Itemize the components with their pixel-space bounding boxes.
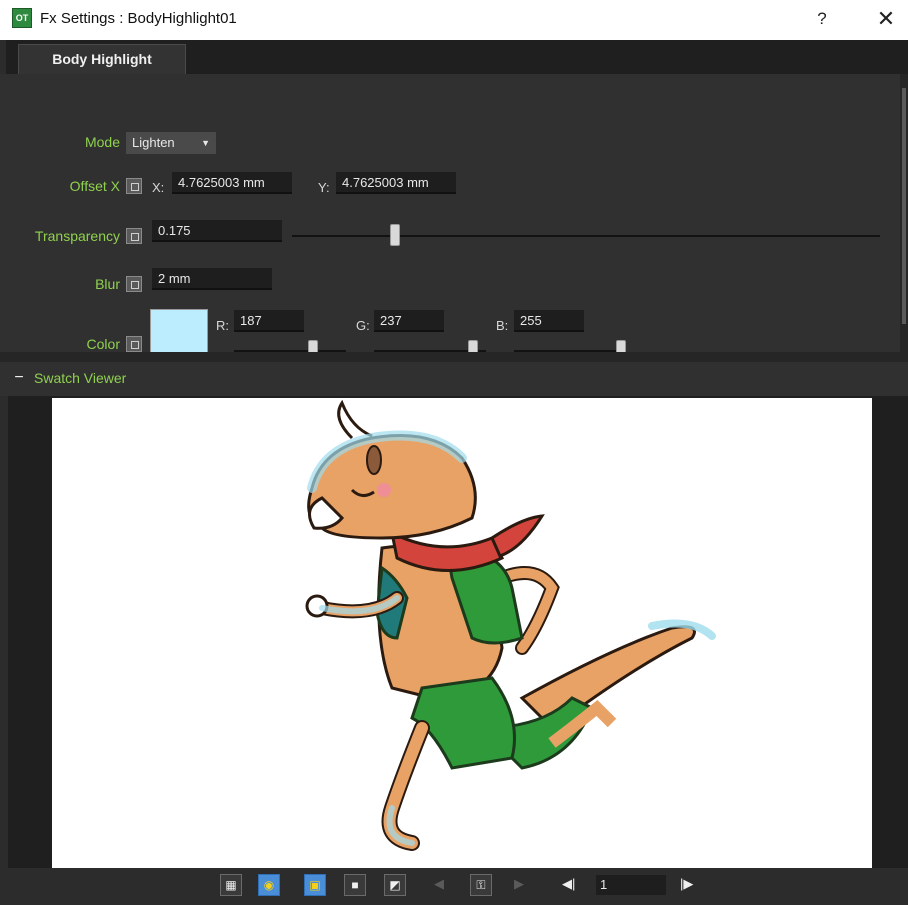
mode-dropdown[interactable]: Lighten ▼ (126, 132, 216, 154)
scrollbar-thumb[interactable] (902, 88, 906, 324)
offset-key-icon[interactable] (126, 178, 142, 194)
viewer-toolbar: ▦ ◉ ▣ ■ ◩ ◀ ⚿ ▶ ◀| 1 |▶ (0, 868, 908, 905)
mode-label: Mode (84, 134, 120, 150)
white-bg-icon[interactable]: ▣ (304, 874, 326, 896)
app-icon: OT (12, 8, 32, 28)
white-bg-icon-glyph: ▣ (309, 878, 321, 892)
transparency-label: Transparency (34, 228, 120, 244)
blur-key-icon[interactable] (126, 276, 142, 292)
blue-label: B: (496, 318, 509, 333)
black-bg-icon-glyph: ■ (351, 878, 359, 892)
window-title: Fx Settings : BodyHighlight01 (40, 10, 237, 27)
offset-y-label: Y: (318, 180, 330, 195)
blue-field[interactable]: 255 (514, 310, 584, 332)
checkerboard-icon-glyph: ▦ (225, 878, 237, 892)
black-bg-icon[interactable]: ■ (344, 874, 366, 896)
title-bar: OT Fx Settings : BodyHighlight01 ? ✕ (0, 0, 908, 40)
frame-number-field[interactable]: 1 (596, 875, 666, 895)
key-icon[interactable]: ⚿ (470, 874, 492, 896)
running-dog-illustration (305, 399, 716, 851)
preview-canvas[interactable] (52, 398, 872, 868)
eye-icon[interactable]: ◉ (258, 874, 280, 896)
panel-splitter[interactable] (0, 352, 908, 362)
offset-x-field[interactable]: 4.7625003 mm (172, 172, 292, 194)
transparency-field[interactable]: 0.175 (152, 220, 282, 242)
help-button[interactable]: ? (808, 6, 836, 32)
red-field[interactable]: 187 (234, 310, 304, 332)
prev-frame-icon[interactable]: ◀ (434, 876, 444, 892)
offset-x-label: X: (152, 180, 165, 195)
checker-bg-icon[interactable]: ◩ (384, 874, 406, 896)
close-button[interactable]: ✕ (870, 5, 902, 33)
swatch-viewer-header: − Swatch Viewer (0, 362, 908, 396)
chevron-down-icon: ▼ (201, 138, 210, 148)
next-frame-icon[interactable]: ▶ (514, 876, 524, 892)
green-field[interactable]: 237 (374, 310, 444, 332)
first-frame-icon[interactable]: ◀| (562, 876, 575, 892)
mode-value: Lighten (132, 135, 175, 150)
params-scrollbar[interactable] (900, 74, 908, 352)
parameters-panel: Mode Lighten ▼ Offset X X: 4.7625003 mm … (0, 74, 900, 365)
transparency-key-icon[interactable] (126, 228, 142, 244)
blur-label: Blur (95, 276, 120, 292)
fx-settings-dialog: Body Highlight Mode Lighten ▼ Offset X X… (0, 40, 908, 905)
green-label: G: (356, 318, 370, 333)
last-frame-icon[interactable]: |▶ (680, 876, 693, 892)
eye-icon-glyph: ◉ (263, 878, 275, 892)
red-label: R: (216, 318, 229, 333)
tab-bar: Body Highlight (6, 40, 908, 74)
color-key-icon[interactable] (126, 336, 142, 352)
swatch-viewer (8, 396, 908, 868)
transparency-slider-track[interactable] (292, 235, 880, 237)
checker-bg-icon-glyph: ◩ (389, 878, 401, 892)
offset-label: Offset X (69, 178, 120, 194)
swatch-viewer-title: Swatch Viewer (34, 370, 127, 386)
blur-field[interactable]: 2 mm (152, 268, 272, 290)
offset-y-field[interactable]: 4.7625003 mm (336, 172, 456, 194)
checkerboard-icon[interactable]: ▦ (220, 874, 242, 896)
transparency-slider-handle[interactable] (389, 224, 400, 246)
tab-body-highlight[interactable]: Body Highlight (18, 44, 186, 74)
collapse-icon[interactable]: − (12, 370, 26, 386)
color-label: Color (86, 336, 120, 352)
key-icon-glyph: ⚿ (476, 878, 486, 892)
